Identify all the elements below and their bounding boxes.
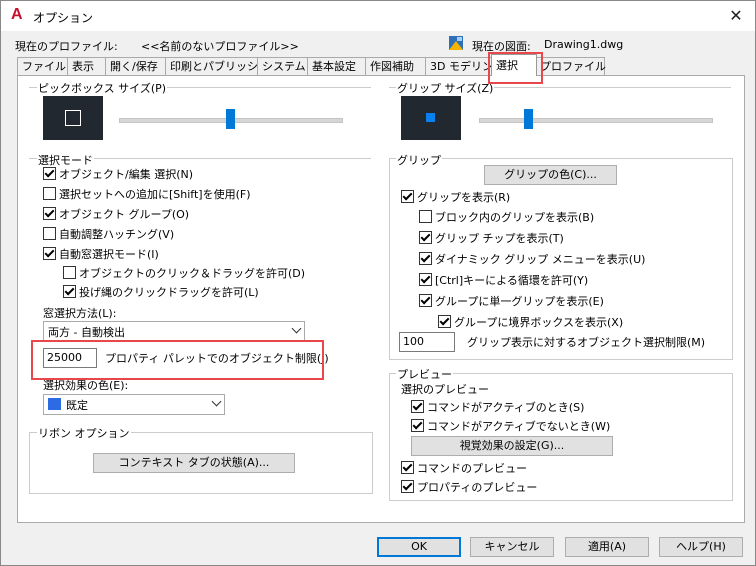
tab-system[interactable]: システム [257,57,309,75]
checkbox-press-drag[interactable] [63,266,76,279]
label-lasso-drag: 投げ縄のクリックドラッグを許可(L) [79,286,259,299]
effect-color-label: 選択効果の色(E): [43,379,129,392]
checkbox-object-edit-select[interactable] [43,167,56,180]
label-grips-in-blocks: ブロック内のグリップを表示(B) [435,211,595,224]
effect-color-value: 既定 [66,399,88,412]
options-dialog: A オプション ✕ 現在のプロファイル: <<名前のないプロファイル>> 現在の… [0,0,756,566]
color-swatch-icon [48,398,61,410]
pickbox-preview [43,96,103,140]
window-method-value: 両方 - 自動検出 [48,326,125,339]
tab-3d-modeling[interactable]: 3D モデリング [425,57,495,75]
checkbox-show-grips[interactable] [401,190,414,203]
drawing-file-icon [449,36,463,50]
tab-plot-publish[interactable]: 印刷とパブリッシュ [165,57,269,75]
chevron-down-icon [291,323,302,334]
label-object-edit-select: オブジェクト/編集 選択(N) [59,168,194,181]
checkbox-associative-hatch[interactable] [43,227,56,240]
gripsize-preview [401,96,461,140]
tab-profiles[interactable]: プロファイル [535,57,606,75]
grip-object-limit-input[interactable]: 100 [399,332,455,352]
label-object-group: オブジェクト グループ(O) [59,208,190,221]
tab-selection[interactable]: 選択 [491,54,537,76]
drawing-value: Drawing1.dwg [544,38,624,51]
tab-files[interactable]: ファイル [17,57,69,75]
label-shift-add: 選択セットへの追加に[Shift]を使用(F) [59,188,251,201]
profile-value: <<名前のないプロファイル>> [141,40,299,53]
tab-drafting[interactable]: 作図補助 [365,57,427,75]
checkbox-shift-add[interactable] [43,187,56,200]
checkbox-implied-windowing[interactable] [43,247,56,260]
gripsize-title: グリップ サイズ(Z) [396,80,495,96]
visual-effect-settings-button[interactable]: 視覚効果の設定(G)... [411,436,613,456]
checkbox-lasso-drag[interactable] [63,285,76,298]
title-bar: A オプション ✕ [1,1,755,31]
window-title: オプション [33,11,94,25]
tab-display[interactable]: 表示 [67,57,107,75]
close-icon[interactable]: ✕ [723,4,749,28]
cancel-button[interactable]: キャンセル [470,537,554,557]
apply-button[interactable]: 適用(A) [565,537,649,557]
window-method-select[interactable]: 両方 - 自動検出 [43,321,305,341]
window-method-label: 窓選択方法(L): [43,307,117,320]
tab-open-save[interactable]: 開く/保存 [105,57,167,75]
object-limit-input[interactable]: 25000 [43,348,97,368]
grip-colors-button[interactable]: グリップの色(C)... [484,165,617,185]
help-button[interactable]: ヘルプ(H) [659,537,743,557]
checkbox-grip-tips[interactable] [419,231,432,244]
tab-user-preferences[interactable]: 基本設定 [307,57,367,75]
checkbox-command-preview[interactable] [401,461,414,474]
contextual-tab-states-button[interactable]: コンテキスト タブの状態(A)... [93,453,295,473]
label-command-active: コマンドがアクティブのとき(S) [427,401,585,414]
chevron-down-icon [211,396,222,407]
gripsize-slider-track[interactable] [479,118,713,123]
checkbox-dynamic-grip-menu[interactable] [419,252,432,265]
pickbox-square-icon [65,110,81,126]
checkbox-command-active[interactable] [411,400,424,413]
label-ctrl-cycling: [Ctrl]キーによる循環を許可(Y) [435,274,589,287]
grip-object-limit-label: グリップ表示に対するオブジェクト選択制限(M) [467,336,706,349]
checkbox-single-grip-groups[interactable] [419,294,432,307]
checkbox-ctrl-cycling[interactable] [419,273,432,286]
checkbox-no-command[interactable] [411,419,424,432]
label-implied-windowing: 自動窓選択モード(I) [59,248,159,261]
label-associative-hatch: 自動調整ハッチング(V) [59,228,175,241]
checkbox-bounding-box-groups[interactable] [438,315,451,328]
gripsize-slider-thumb[interactable] [524,109,533,129]
effect-color-select[interactable]: 既定 [43,394,225,415]
label-command-preview: コマンドのプレビュー [417,462,527,475]
label-show-grips: グリップを表示(R) [417,191,511,204]
drawing-label: 現在の図面: [472,40,531,53]
label-bounding-box-groups: グループに境界ボックスを表示(X) [454,316,624,329]
ok-button[interactable]: OK [377,537,461,557]
autocad-logo-icon: A [11,6,23,23]
pickbox-slider-thumb[interactable] [226,109,235,129]
label-property-preview: プロパティのプレビュー [417,481,538,494]
object-limit-label: プロパティ パレットでのオブジェクト制限(J) [105,352,329,365]
checkbox-property-preview[interactable] [401,480,414,493]
selection-preview-label: 選択のプレビュー [401,383,489,396]
checkbox-object-group[interactable] [43,207,56,220]
label-single-grip-groups: グループに単一グリップを表示(E) [435,295,604,308]
grips-title: グリップ [396,152,442,168]
label-grip-tips: グリップ チップを表示(T) [435,232,564,245]
ribbon-title: リボン オプション [37,425,131,441]
pickbox-title: ピックボックス サイズ(P) [37,80,168,96]
label-dynamic-grip-menu: ダイナミック グリップ メニューを表示(U) [435,253,646,266]
grip-square-icon [426,113,435,122]
checkbox-grips-in-blocks[interactable] [419,210,432,223]
profile-label: 現在のプロファイル: [15,40,118,53]
label-no-command: コマンドがアクティブでないとき(W) [427,420,611,433]
label-press-drag: オブジェクトのクリック＆ドラッグを許可(D) [79,267,306,280]
preview-title: プレビュー [396,366,453,382]
